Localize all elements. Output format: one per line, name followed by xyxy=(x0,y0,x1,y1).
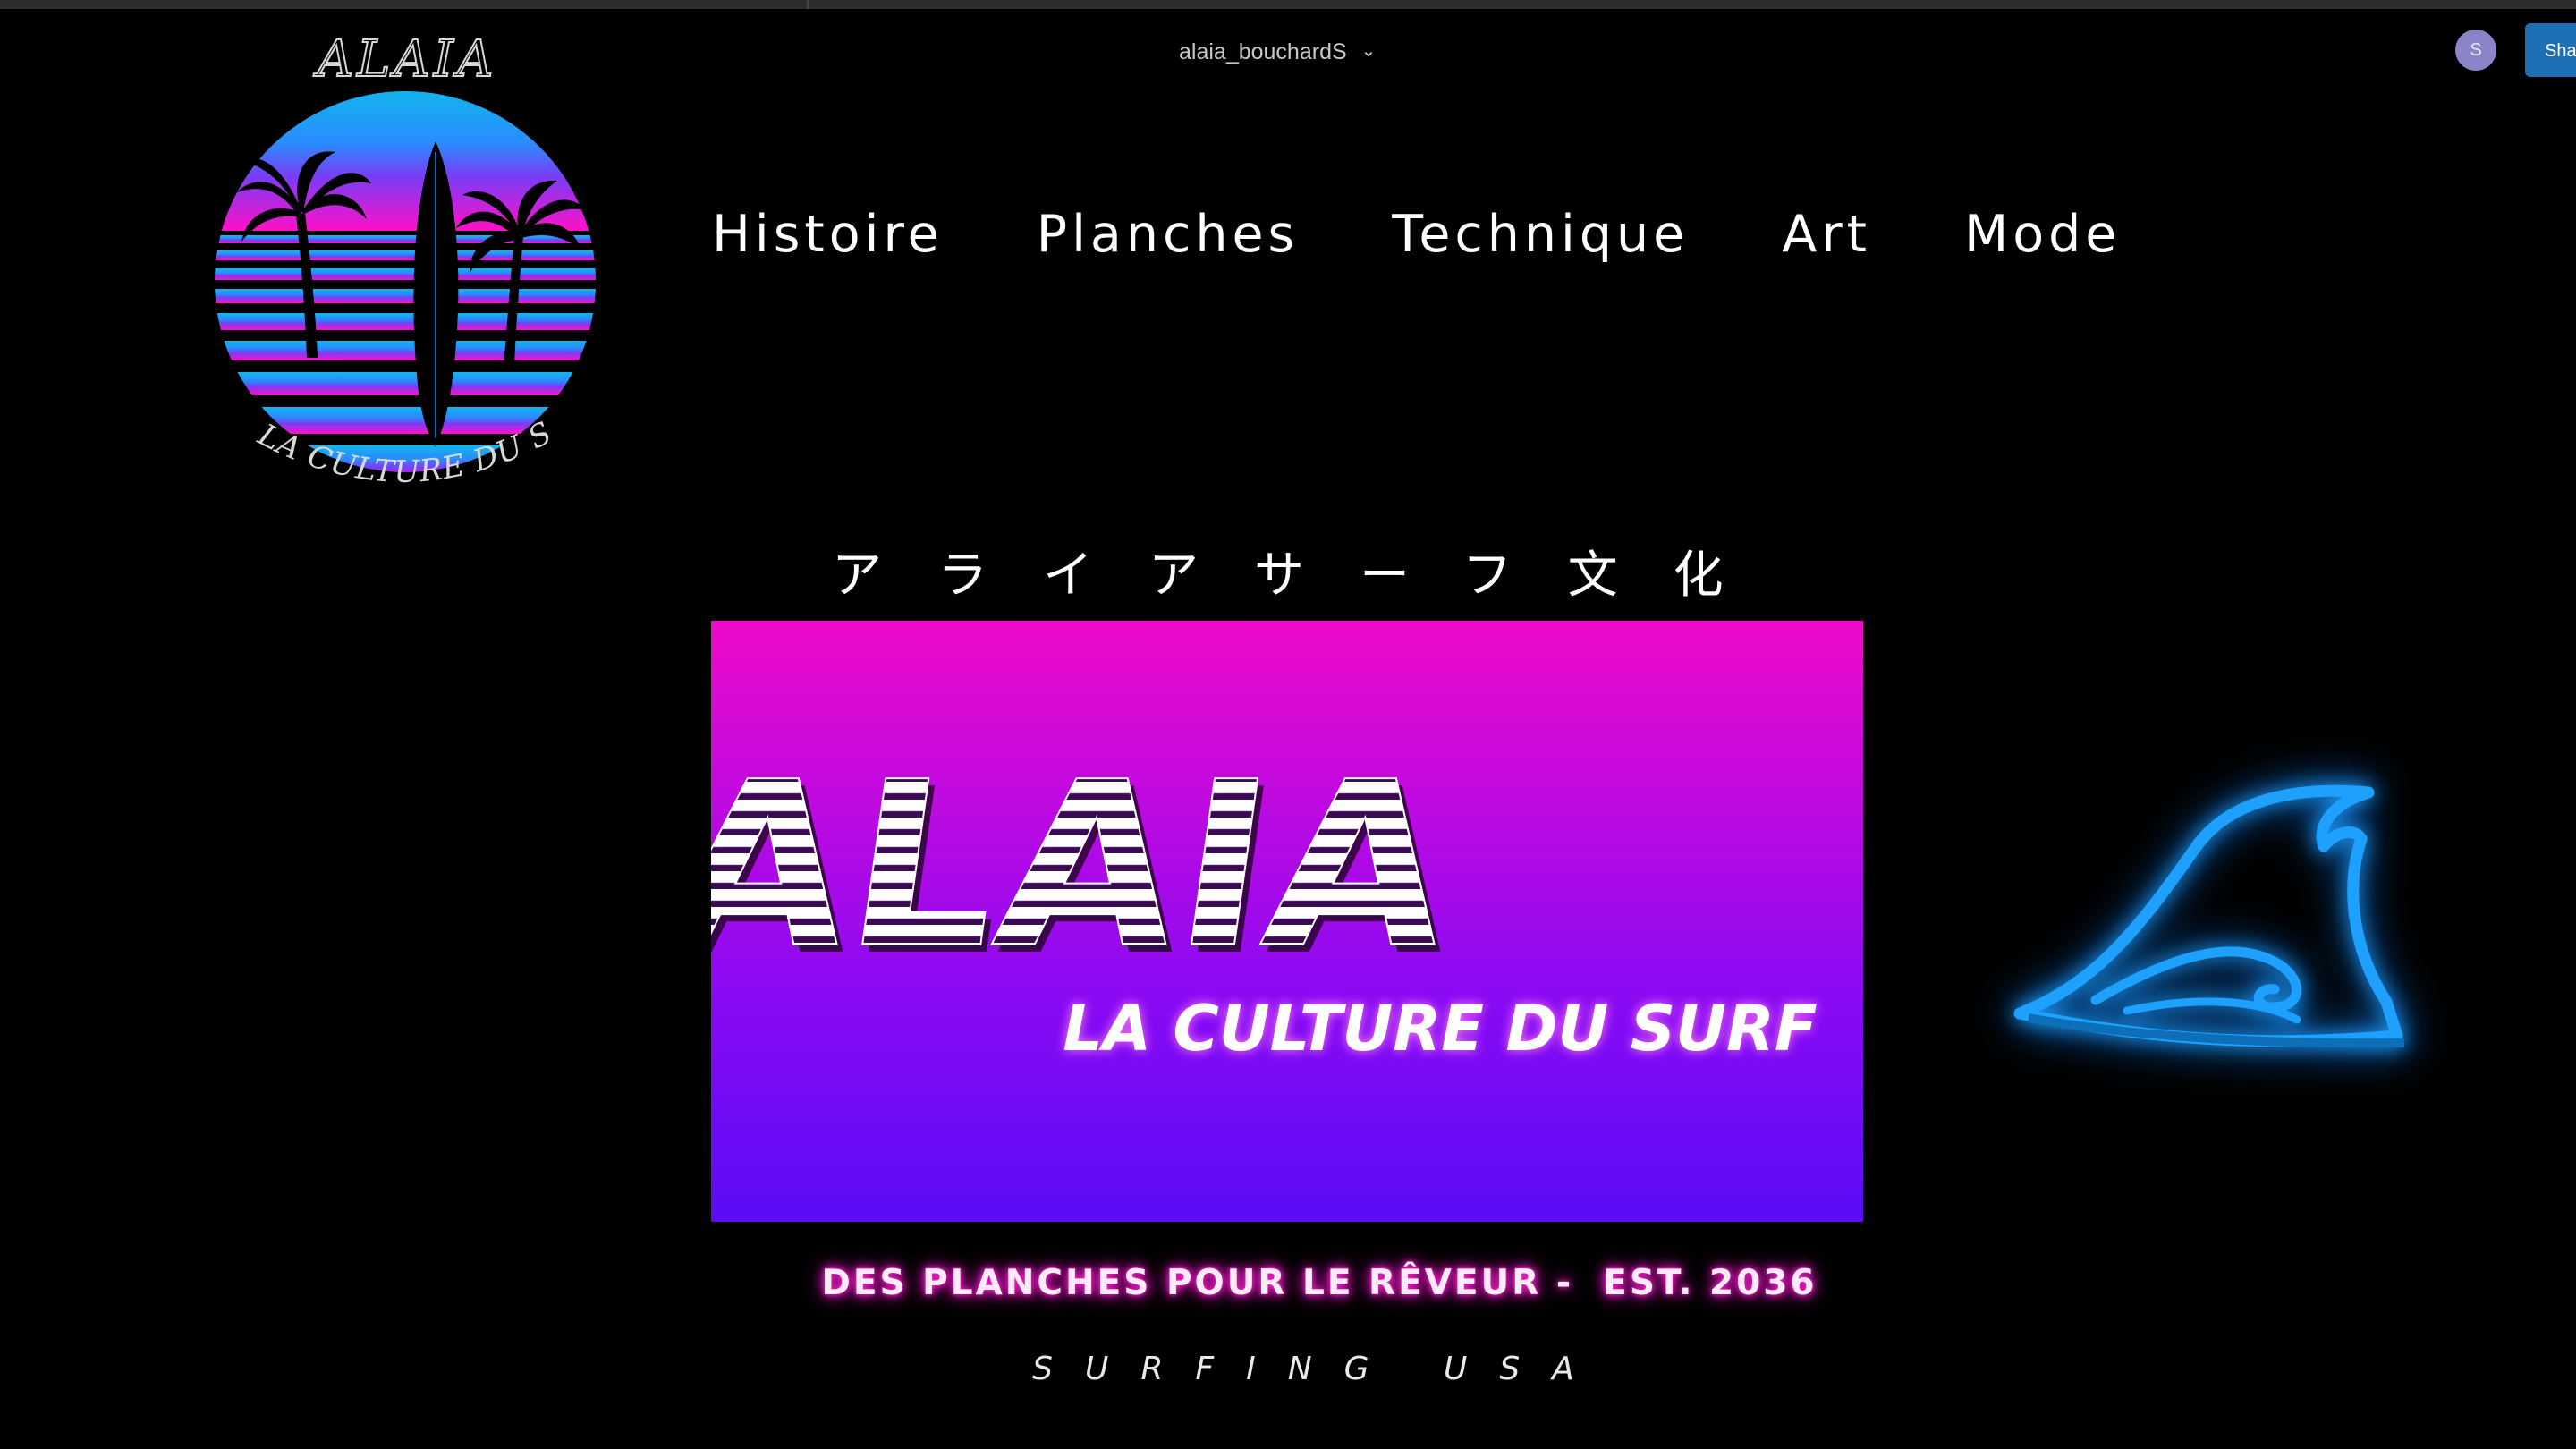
top-bar-divider xyxy=(807,0,809,9)
top-bar xyxy=(0,0,2576,9)
tagline: DES PLANCHES POUR LE RÊVEUR - EST. 2036 xyxy=(821,1263,1818,1303)
surfing-usa-subline: SURFING USA xyxy=(1032,1351,1606,1387)
wave-icon xyxy=(1993,776,2422,1072)
account-username: alaia_bouchardS xyxy=(1179,38,1347,64)
nav-item-technique[interactable]: Technique xyxy=(1392,205,1689,264)
logo-brand-text: ALAIA xyxy=(313,30,497,89)
page: alaia_bouchardS ⌄ S Sha ALAIA LA CULTURE… xyxy=(0,0,2576,1449)
account-switcher[interactable]: alaia_bouchardS ⌄ xyxy=(1179,34,1376,70)
hero-banner: ALAIA ALAIA LA CULTURE DU SURF xyxy=(711,621,1863,1222)
site-logo[interactable]: ALAIA LA CULTURE DU SURF xyxy=(188,0,613,505)
hero-subtitle: LA CULTURE DU SURF xyxy=(1063,992,1817,1065)
japanese-heading: アライアサーフ文化 xyxy=(832,547,1779,605)
sunset-logo-graphic: ALAIA LA CULTURE DU SURF xyxy=(188,0,596,490)
main-nav: Histoire Planches Technique Art Mode xyxy=(712,199,2121,270)
chevron-down-icon: ⌄ xyxy=(1360,40,1377,61)
nav-item-histoire[interactable]: Histoire xyxy=(712,205,944,264)
nav-item-art[interactable]: Art xyxy=(1782,205,1871,264)
share-button[interactable]: Sha xyxy=(2525,23,2576,77)
avatar[interactable]: S xyxy=(2455,30,2496,71)
nav-item-mode[interactable]: Mode xyxy=(1964,205,2121,264)
hero-title: ALAIA xyxy=(711,733,1469,999)
nav-item-planches[interactable]: Planches xyxy=(1037,205,1300,264)
